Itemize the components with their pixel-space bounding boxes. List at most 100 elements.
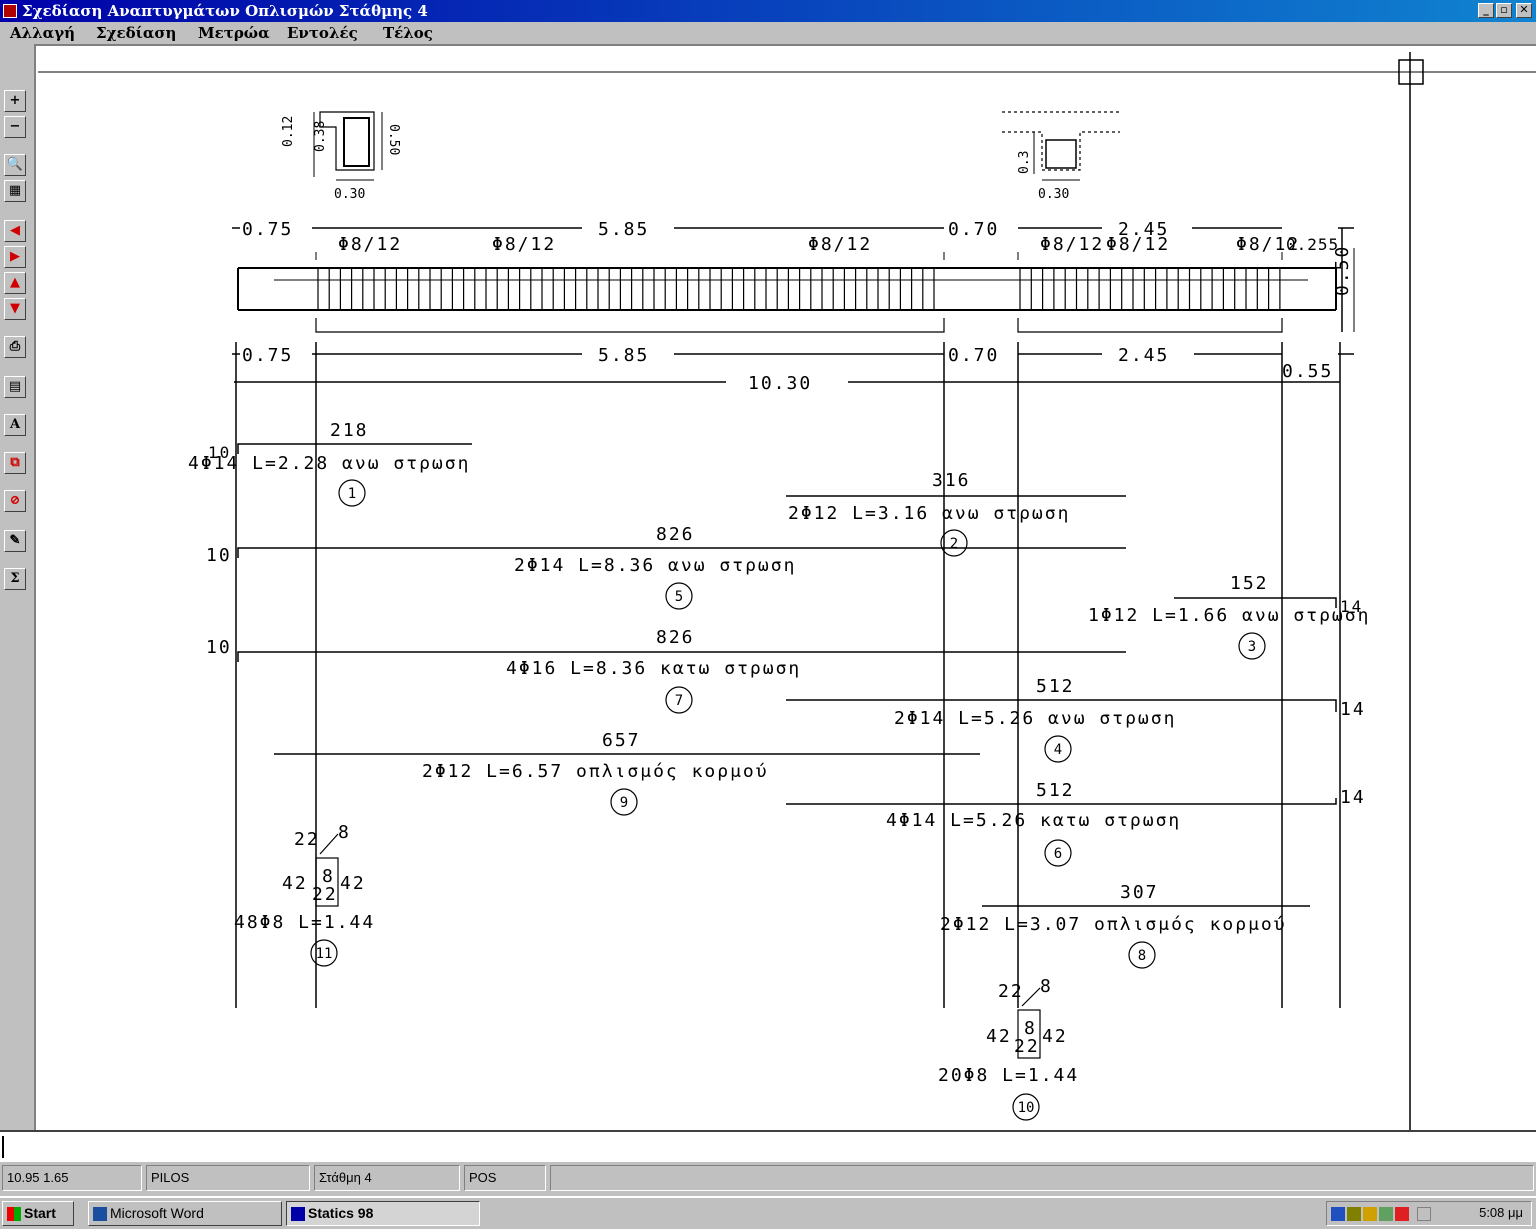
zoom-out-icon[interactable]: − [4,116,26,138]
edit-icon[interactable]: ✎ [4,530,26,552]
bar7-number: 7 [675,693,683,709]
bar8-length: 307 [1120,882,1159,903]
stirrup-left-f: 22 [312,884,338,905]
bar5-hook: 10 [206,545,232,566]
bar1-length: 218 [330,420,369,441]
stirrup-label-1: Φ8/12 [338,234,402,255]
bar7-hook: 10 [206,637,232,658]
bar6-hook: 14 [1340,787,1366,808]
stirrup-right-e: 42 [1042,1026,1068,1047]
bar2-desc: 2Φ12 L=3.16 ανω στρωση [788,503,1070,524]
dim-bottom-2: 5.85 [598,345,649,366]
dim-bottom-4: 2.45 [1118,345,1169,366]
menu-allagi[interactable]: Αλλαγή [10,24,75,42]
stirrup-right-a: 22 [998,981,1024,1002]
bar2-number: 2 [950,536,958,552]
bar6-length: 512 [1036,780,1075,801]
menu-metrwa[interactable]: Μετρώα [198,24,270,42]
pan-down-icon[interactable]: ▼ [4,298,26,320]
left-toolbar: + − 🔍 ▦ ◀ ▶ ▲ ▼ ⎙ ▤ A ⧉ ⊘ ✎ Σ [0,44,34,1130]
bar9-length: 657 [602,730,641,751]
zoom-window-icon[interactable]: ▦ [4,180,26,202]
bar11-number: 11 [316,946,333,962]
bar4-hook: 14 [1340,699,1366,720]
pan-up-icon[interactable]: ▲ [4,272,26,294]
start-button[interactable]: Start [2,1201,74,1226]
stop-icon[interactable]: ⊘ [4,490,26,512]
pan-left-icon[interactable]: ◀ [4,220,26,242]
menu-entoles[interactable]: Εντολές [287,24,358,42]
bar4-number: 4 [1054,742,1062,758]
bar5-length: 826 [656,524,695,545]
status-mode: POS [464,1165,546,1191]
word-label: Microsoft Word [110,1205,204,1221]
status-level: Στάθμη 4 [314,1165,460,1191]
bar3-length: 152 [1230,573,1269,594]
stirrup-right-b: 8 [1040,976,1053,997]
stirrup-right-c: 42 [986,1026,1012,1047]
title-bar: Σχεδίαση Αναπτυγμάτων Οπλισμών Στάθμης 4… [0,0,1536,22]
menu-bar: Αλλαγή Σχεδίαση Μετρώα Εντολές Τέλος [0,22,1536,44]
text-icon[interactable]: A [4,414,26,436]
section-right-width: 0.30 [1038,187,1069,202]
statics-label: Statics 98 [308,1205,374,1221]
bar6-desc: 4Φ14 L=5.26 κατω στρωση [886,810,1181,831]
calculator-icon[interactable]: ▤ [4,376,26,398]
section-left-h3: 0.50 [386,124,401,155]
taskbar-statics[interactable]: Statics 98 [286,1201,480,1226]
bar3-desc: 1Φ12 L=1.66 ανω στρωση [1088,605,1370,626]
print-icon[interactable]: ⎙ [4,336,26,358]
antivirus-icon[interactable] [1395,1207,1409,1221]
dim-end: 0.55 [1282,361,1333,382]
copy-icon[interactable]: ⧉ [4,452,26,474]
bar5-number: 5 [675,589,683,605]
bar9-desc: 2Φ12 L=6.57 οπλισμός κορμού [422,761,769,782]
stirrup-label-3: Φ8/12 [808,234,872,255]
dim-top-1: 0.75 [242,219,293,240]
maximize-button[interactable]: ▫ [1496,3,1512,18]
bar6-number: 6 [1054,846,1062,862]
stirrups-span-1 [317,268,935,310]
stirrup-left-e: 42 [340,873,366,894]
magnifier-icon[interactable]: 🔍 [4,154,26,176]
minimize-button[interactable]: _ [1478,3,1494,18]
stirrup-left-b: 8 [338,822,351,843]
status-empty [550,1165,1534,1191]
bar3-number: 3 [1248,639,1256,655]
menu-sxediasi[interactable]: Σχεδίαση [96,24,176,42]
pan-right-icon[interactable]: ▶ [4,246,26,268]
app-icon[interactable] [3,4,17,18]
dim-bottom-1: 0.75 [242,345,293,366]
bar10-number: 10 [1018,1100,1035,1116]
command-line-input[interactable] [0,1130,1536,1162]
bar1-number: 1 [348,486,356,502]
tray-app-icon[interactable] [1379,1207,1393,1221]
stirrup-left-a: 22 [294,829,320,850]
bar7-length: 826 [656,627,695,648]
window-title: Σχεδίαση Αναπτυγμάτων Οπλισμών Στάθμης 4 [22,2,428,20]
stirrup-label-5: Φ8/12 [1106,234,1170,255]
word-icon [93,1207,107,1222]
dim-top-2: 5.85 [598,219,649,240]
volume-icon[interactable] [1363,1207,1377,1221]
beam-height: 0.50 [1332,245,1353,296]
stirrup-left-c: 42 [282,873,308,894]
sum-icon[interactable]: Σ [4,568,26,590]
section-right-height: 0.3 [1017,151,1032,174]
keyboard-icon[interactable] [1347,1207,1361,1221]
taskbar-word[interactable]: Microsoft Word [88,1201,282,1226]
status-bar: 10.95 1.65 PILOS Στάθμη 4 POS [0,1162,1536,1196]
stirrup-right-desc: 20Φ8 L=1.44 [938,1065,1079,1086]
reinforcement-drawing: 0.12 0.38 0.50 0.30 0.3 0.30 0.75 5.85 0… [38,52,1536,1130]
zoom-in-icon[interactable]: + [4,90,26,112]
network-icon[interactable] [1331,1207,1345,1221]
close-button[interactable]: ✕ [1516,3,1532,18]
tray-misc-icon[interactable] [1417,1207,1431,1221]
bar4-desc: 2Φ14 L=5.26 ανω στρωση [894,708,1176,729]
bar8-desc: 2Φ12 L=3.07 οπλισμός κορμού [940,914,1287,935]
stirrup-label-4: Φ8/12 [1040,234,1104,255]
drawing-canvas[interactable]: 0.12 0.38 0.50 0.30 0.3 0.30 0.75 5.85 0… [34,44,1536,1130]
bar4-length: 512 [1036,676,1075,697]
bar8-number: 8 [1138,948,1146,964]
menu-telos[interactable]: Τέλος [383,24,433,42]
